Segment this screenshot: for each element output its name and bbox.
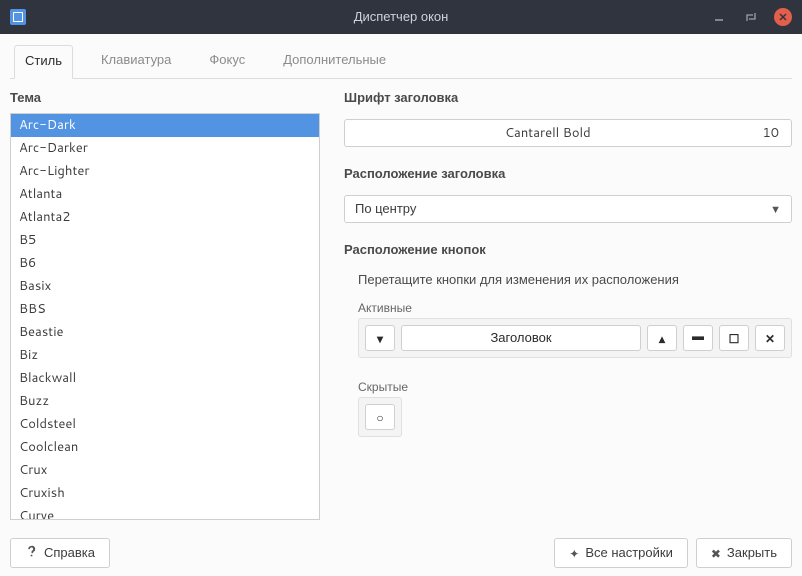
maximize-button[interactable] bbox=[742, 8, 760, 26]
close-dialog-label: Закрыть bbox=[727, 544, 777, 562]
title-font-name: Cantarell Bold bbox=[345, 124, 750, 142]
theme-item[interactable]: BBS bbox=[11, 298, 319, 321]
theme-label: Тема bbox=[10, 89, 320, 107]
theme-item[interactable]: Biz bbox=[11, 344, 319, 367]
close-icon[interactable]: ✕ bbox=[755, 325, 785, 351]
button-layout-hint: Перетащите кнопки для изменения их распо… bbox=[358, 271, 792, 289]
maximize-icon[interactable]: ☐ bbox=[719, 325, 749, 351]
theme-item[interactable]: Basix bbox=[11, 275, 319, 298]
app-icon bbox=[10, 9, 26, 25]
tab-keyboard[interactable]: Клавиатура bbox=[91, 45, 181, 79]
theme-item[interactable]: Beastie bbox=[11, 321, 319, 344]
window-menu-icon[interactable]: ▾ bbox=[365, 325, 395, 351]
back-icon: ✦ bbox=[569, 545, 579, 562]
title-align-value: По центру bbox=[355, 200, 770, 218]
tab-style[interactable]: Стиль bbox=[14, 45, 73, 79]
close-button[interactable] bbox=[774, 8, 792, 26]
theme-item[interactable]: B6 bbox=[11, 252, 319, 275]
theme-item[interactable]: Coolclean bbox=[11, 436, 319, 459]
theme-item[interactable]: Buzz bbox=[11, 390, 319, 413]
title-align-label: Расположение заголовка bbox=[344, 165, 792, 183]
hidden-buttons-label: Скрытые bbox=[358, 378, 792, 397]
chevron-down-icon: ▼ bbox=[770, 201, 781, 217]
window-title: Диспетчер окон bbox=[0, 8, 802, 26]
close-x-icon: ✖ bbox=[711, 545, 721, 562]
title-placeholder-button[interactable]: Заголовок bbox=[401, 325, 641, 351]
footer: Справка ✦ Все настройки ✖ Закрыть bbox=[10, 528, 792, 568]
all-settings-label: Все настройки bbox=[585, 544, 673, 562]
titlebar: Диспетчер окон bbox=[0, 0, 802, 34]
title-font-label: Шрифт заголовка bbox=[344, 89, 792, 107]
minimize-icon[interactable]: ▬ bbox=[683, 325, 713, 351]
close-dialog-button[interactable]: ✖ Закрыть bbox=[696, 538, 792, 568]
theme-item[interactable]: Coldsteel bbox=[11, 413, 319, 436]
help-icon bbox=[25, 545, 38, 562]
theme-item[interactable]: Blackwall bbox=[11, 367, 319, 390]
tab-focus[interactable]: Фокус bbox=[199, 45, 255, 79]
theme-item[interactable]: Arc-Darker bbox=[11, 137, 319, 160]
stick-icon[interactable]: ▴ bbox=[647, 325, 677, 351]
tab-advanced[interactable]: Дополнительные bbox=[273, 45, 396, 79]
hidden-buttons-row: ○ bbox=[358, 397, 402, 437]
theme-item[interactable]: Arc-Dark bbox=[11, 114, 319, 137]
title-align-dropdown[interactable]: По центру ▼ bbox=[344, 195, 792, 223]
theme-item[interactable]: Arc-Lighter bbox=[11, 160, 319, 183]
help-button-label: Справка bbox=[44, 544, 95, 562]
active-buttons-label: Активные bbox=[358, 299, 792, 318]
title-font-size: 10 bbox=[750, 124, 791, 142]
title-font-button[interactable]: Cantarell Bold 10 bbox=[344, 119, 792, 147]
all-settings-button[interactable]: ✦ Все настройки bbox=[554, 538, 688, 568]
theme-item[interactable]: Crux bbox=[11, 459, 319, 482]
button-layout-label: Расположение кнопок bbox=[344, 241, 792, 259]
theme-list[interactable]: Arc-DarkArc-DarkerArc-LighterAtlantaAtla… bbox=[10, 113, 320, 520]
theme-item[interactable]: B5 bbox=[11, 229, 319, 252]
tab-bar: Стиль Клавиатура Фокус Дополнительные bbox=[10, 44, 792, 79]
active-buttons-row: ▾ Заголовок ▴ ▬ ☐ ✕ bbox=[358, 318, 792, 358]
shade-icon[interactable]: ○ bbox=[365, 404, 395, 430]
theme-item[interactable]: Atlanta bbox=[11, 183, 319, 206]
minimize-button[interactable] bbox=[710, 8, 728, 26]
theme-item[interactable]: Cruxish bbox=[11, 482, 319, 505]
help-button[interactable]: Справка bbox=[10, 538, 110, 568]
theme-item[interactable]: Atlanta2 bbox=[11, 206, 319, 229]
theme-item[interactable]: Curve bbox=[11, 505, 319, 520]
